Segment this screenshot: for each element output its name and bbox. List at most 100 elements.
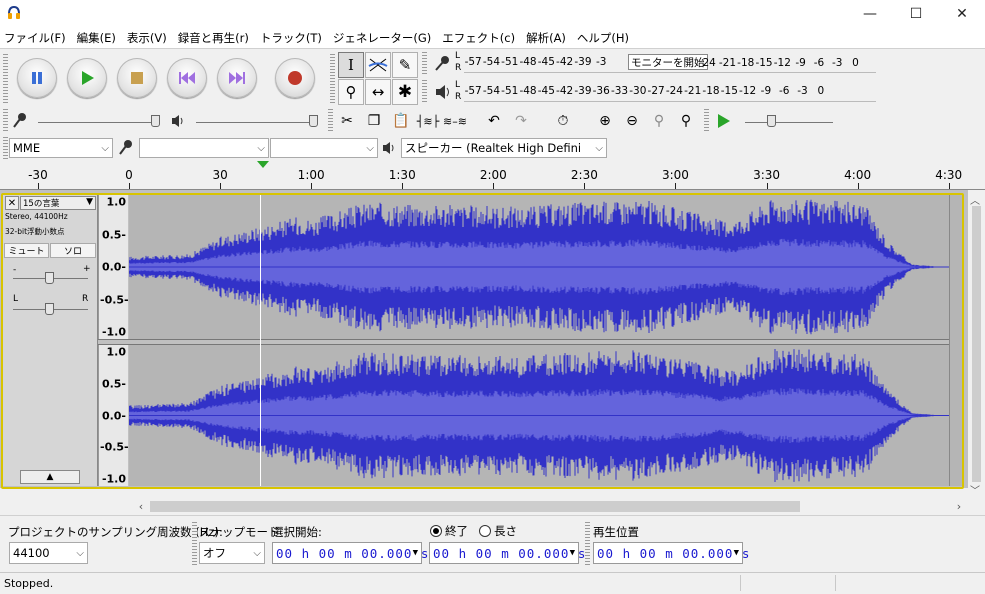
play-head-marker-icon[interactable] — [257, 161, 269, 169]
play-speed-slider[interactable] — [767, 115, 776, 127]
waveform-right-channel[interactable] — [129, 345, 949, 486]
meter-scale-label: 0 — [846, 57, 864, 69]
collapse-track-button[interactable]: ▲ — [20, 470, 80, 484]
ruler-tick-label: 4:30 — [935, 168, 962, 182]
chevron-down-icon[interactable]: ﹀ — [970, 482, 980, 497]
stop-button[interactable] — [117, 58, 157, 98]
triangle-down-icon: ▼ — [413, 548, 419, 558]
play-meter-speaker-icon[interactable] — [434, 83, 454, 101]
silence-button[interactable]: ≋–≋ — [442, 109, 468, 133]
redo-button[interactable]: ↷ — [508, 109, 534, 133]
pause-button[interactable] — [17, 58, 57, 98]
draw-tool-button[interactable]: ✎ — [392, 52, 418, 78]
menu-generate[interactable]: ジェネレーター(G) — [329, 30, 438, 46]
audio-position-field[interactable]: 00 h 00 m 00.000 s▼ — [593, 542, 743, 564]
play-button[interactable] — [67, 58, 107, 98]
play-at-speed-grip[interactable] — [704, 109, 709, 133]
selection-start-value: 00 h 00 m 00.000 s — [276, 546, 429, 561]
menu-transport[interactable]: 録音と再生(r) — [174, 30, 256, 46]
selection-end-field[interactable]: 00 h 00 m 00.000 s▼ — [429, 542, 579, 564]
scissors-icon: ✂ — [341, 113, 353, 129]
track-name-menu[interactable]: 15の言葉▼ — [20, 196, 96, 210]
recording-volume-slider[interactable] — [151, 115, 160, 127]
tools-toolbar-grip[interactable] — [330, 54, 335, 104]
ruler-tick — [675, 183, 676, 189]
selection-start-field[interactable]: 00 h 00 m 00.000 s▼ — [272, 542, 422, 564]
selection-tool-button[interactable]: I — [338, 52, 364, 78]
length-radio[interactable] — [479, 525, 491, 537]
close-button[interactable]: ✕ — [939, 0, 985, 28]
snap-grip[interactable] — [192, 522, 197, 566]
amplitude-label: 0.5- — [100, 228, 126, 241]
zoom-out-icon: ⊖ — [626, 113, 638, 129]
transport-toolbar-grip[interactable] — [3, 54, 8, 104]
scroll-right-button[interactable]: › — [952, 499, 966, 513]
record-button[interactable] — [275, 58, 315, 98]
waveform-left-channel[interactable] — [129, 195, 949, 339]
playback-device-select[interactable]: スピーカー (Realtek High Defini⌵ — [401, 138, 607, 158]
menu-file[interactable]: ファイル(F) — [0, 30, 73, 46]
copy-button[interactable]: ❐ — [361, 109, 387, 133]
undo-button[interactable]: ↶ — [481, 109, 507, 133]
fit-selection-button[interactable]: ⚲ — [646, 109, 672, 133]
zoom-tool-button[interactable]: ⚲ — [338, 79, 364, 105]
timeshift-tool-button[interactable]: ↔ — [365, 79, 391, 105]
playback-volume-slider[interactable] — [309, 115, 318, 127]
mixer-toolbar-grip[interactable] — [3, 109, 8, 133]
record-meter-grip[interactable] — [422, 52, 427, 76]
trim-audio-icon: ┤≋├ — [417, 115, 439, 128]
start-monitoring-button[interactable]: モニターを開始 — [628, 54, 708, 70]
play-at-speed-button[interactable] — [710, 109, 736, 133]
sync-lock-button[interactable]: ⏱ — [550, 109, 576, 133]
cut-button[interactable]: ✂ — [334, 109, 360, 133]
menu-tracks[interactable]: トラック(T) — [256, 30, 329, 46]
vertical-scrollbar[interactable]: ︿ ﹀ — [968, 190, 985, 498]
menu-help[interactable]: ヘルプ(H) — [573, 30, 636, 46]
meter-scale-label: -51 — [501, 56, 519, 68]
scroll-left-button[interactable]: ‹ — [134, 499, 148, 513]
mute-button[interactable]: ミュート — [4, 243, 49, 258]
menu-edit[interactable]: 編集(E) — [73, 30, 123, 46]
timeline-ruler[interactable]: -300301:001:302:002:303:003:304:004:30 — [0, 162, 985, 190]
track-close-button[interactable]: ✕ — [5, 196, 19, 210]
snap-mode-select[interactable]: オフ⌵ — [199, 542, 265, 564]
triangle-down-icon: ▼ — [86, 197, 93, 207]
skip-to-start-button[interactable] — [167, 58, 207, 98]
pencil-icon: ✎ — [399, 56, 412, 74]
horizontal-scroll-thumb[interactable] — [150, 501, 800, 512]
envelope-tool-button[interactable] — [365, 52, 391, 78]
chevron-up-icon[interactable]: ︿ — [970, 192, 980, 207]
device-toolbar-grip[interactable] — [3, 137, 8, 159]
vertical-scroll-thumb[interactable] — [972, 206, 981, 482]
sample-rate-select[interactable]: 44100⌵ — [9, 542, 88, 564]
play-meter-r-label: R — [455, 92, 461, 102]
paste-button[interactable]: 📋 — [388, 109, 414, 133]
meter-scale-label: -42 — [555, 56, 573, 68]
edit-toolbar-grip[interactable] — [328, 109, 333, 133]
solo-button[interactable]: ソロ — [50, 243, 96, 258]
multi-tool-button[interactable]: ✱ — [392, 79, 418, 105]
play-meter-grip[interactable] — [422, 80, 427, 104]
pan-slider[interactable] — [45, 303, 54, 315]
zoom-in-button[interactable]: ⊕ — [592, 109, 618, 133]
recording-channels-select[interactable]: ⌵ — [270, 138, 378, 158]
trim-button[interactable]: ┤≋├ — [415, 109, 441, 133]
menu-effect[interactable]: エフェクト(c) — [438, 30, 522, 46]
record-meter-mic-icon[interactable] — [432, 54, 454, 74]
menu-analyze[interactable]: 解析(A) — [522, 30, 573, 46]
play-meter[interactable]: -57-54-51-48-45-42-39-36-33-30-27-24-21-… — [464, 84, 876, 102]
maximize-button[interactable]: ☐ — [893, 0, 939, 28]
menu-view[interactable]: 表示(V) — [123, 30, 174, 46]
gain-slider[interactable] — [45, 272, 54, 284]
position-grip[interactable] — [585, 522, 590, 566]
recording-device-select[interactable]: ⌵ — [139, 138, 269, 158]
meter-scale-label: -48 — [519, 56, 537, 68]
audio-host-select[interactable]: MME⌵ — [9, 138, 113, 158]
fit-project-button[interactable]: ⚲ — [673, 109, 699, 133]
amplitude-label: -1.0 — [100, 326, 126, 339]
minimize-button[interactable]: — — [847, 0, 893, 28]
track-control-panel[interactable]: ✕ 15の言葉▼ Stereo, 44100Hz 32-bit浮動小数点 ミュー… — [3, 195, 98, 486]
end-radio[interactable] — [430, 525, 442, 537]
skip-to-end-button[interactable] — [217, 58, 257, 98]
zoom-out-button[interactable]: ⊖ — [619, 109, 645, 133]
